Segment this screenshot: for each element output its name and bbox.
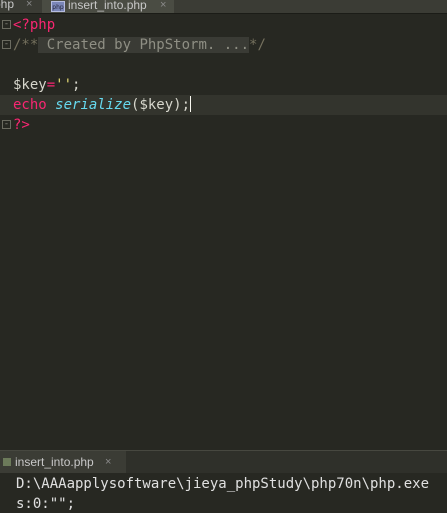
tab-label: php (0, 0, 15, 11)
code-line-echo: echo serialize($key); (13, 95, 192, 115)
serialize-function: serialize (55, 97, 132, 113)
run-console[interactable]: D:\AAAapplysoftware\jieya_phpStudy\php70… (0, 473, 447, 513)
folded-comment[interactable]: Created by PhpStorm. ... (38, 37, 250, 53)
run-config-icon (3, 458, 11, 466)
echo-keyword: echo (13, 97, 47, 113)
text-caret (190, 96, 192, 112)
variable-key: $key (13, 77, 47, 93)
comment-start: /** (13, 37, 39, 53)
close-icon[interactable]: × (105, 455, 111, 469)
string-literal: '' (55, 77, 73, 93)
code-line-php-open: <?php (13, 15, 55, 35)
phpstorm-window: php × php insert_into.php × - - - <?php … (0, 0, 447, 513)
editor-tab-bar: php × php insert_into.php × (0, 0, 447, 14)
php-open-tag: <?php (13, 17, 56, 33)
run-tab[interactable]: insert_into.php × (0, 451, 126, 473)
close-icon[interactable]: × (26, 0, 32, 13)
assign-operator: = (46, 77, 56, 93)
php-close-tag: ?> (13, 117, 30, 133)
fold-marker-icon[interactable]: - (2, 40, 11, 49)
code-editor[interactable]: - - - <?php /** Created by PhpStorm. ...… (0, 14, 447, 450)
comment-end: */ (249, 37, 266, 53)
code-line-comment: /** Created by PhpStorm. ...*/ (13, 35, 266, 55)
console-line: D:\AAAapplysoftware\jieya_phpStudy\php70… (16, 476, 430, 492)
semicolon: ; (72, 77, 81, 93)
run-panel-header: insert_into.php × (0, 450, 447, 473)
console-line: s:0:""; (16, 496, 76, 512)
close-icon[interactable]: × (160, 0, 166, 13)
tab-insert-into-php[interactable]: php insert_into.php × (42, 0, 174, 13)
code-line-assignment: $key=''; (13, 75, 80, 95)
code-line-php-close: ?> (13, 115, 30, 135)
tab-label: insert_into.php (68, 0, 147, 12)
run-tab-label: insert_into.php (15, 455, 94, 469)
php-file-icon: php (51, 1, 65, 12)
fold-marker-icon[interactable]: - (2, 20, 11, 29)
function-args: ($key); (131, 97, 191, 113)
fold-marker-icon[interactable]: - (2, 120, 11, 129)
